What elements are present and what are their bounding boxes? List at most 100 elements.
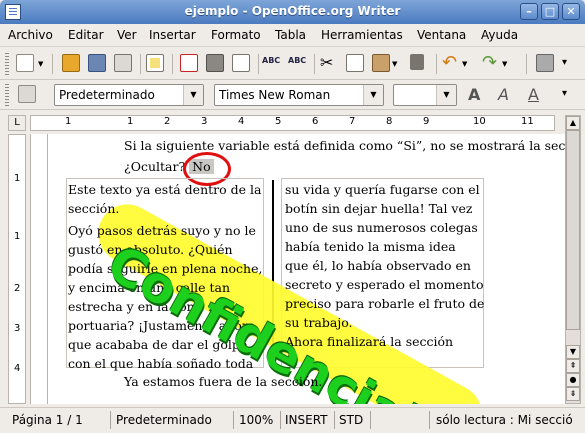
ruler-label: 3 bbox=[201, 116, 208, 127]
page-preview-icon[interactable] bbox=[232, 54, 250, 72]
document-canvas[interactable]: Si la siguiente variable está definida c… bbox=[30, 134, 565, 404]
status-bar: Página 1 / 1 Predeterminado 100% INSERT … bbox=[0, 407, 585, 433]
status-divider bbox=[429, 411, 430, 429]
zoom-level[interactable]: 100% bbox=[239, 413, 273, 427]
undo-dropdown-icon[interactable]: ▼ bbox=[462, 60, 470, 78]
edit-file-icon[interactable] bbox=[146, 54, 164, 72]
menu-editar[interactable]: Editar bbox=[68, 28, 104, 42]
menu-bar: Archivo Editar Ver Insertar Formato Tabl… bbox=[0, 24, 585, 46]
section-line[interactable]: con el que había soñado toda bbox=[68, 356, 253, 371]
new-dropdown-icon[interactable]: ▼ bbox=[38, 60, 46, 78]
section-line[interactable]: Oyó pasos detrás suyo y no le bbox=[68, 223, 256, 238]
italic-icon[interactable]: A bbox=[498, 85, 516, 104]
intro-paragraph[interactable]: Si la siguiente variable está definida c… bbox=[124, 138, 565, 153]
vertical-scrollbar[interactable]: ▲ ▼ ⇞ ● ⇟ bbox=[565, 115, 581, 404]
ruler-label: 1 bbox=[127, 116, 134, 127]
copy-icon[interactable] bbox=[346, 54, 364, 72]
section-line[interactable]: había tenido la misma idea bbox=[285, 239, 456, 254]
paragraph-style-value: Predeterminado bbox=[59, 88, 155, 102]
section-line[interactable]: sección. bbox=[68, 201, 119, 216]
bold-icon[interactable]: A bbox=[468, 85, 486, 104]
redo-dropdown-icon[interactable]: ▼ bbox=[502, 60, 510, 78]
section-line[interactable]: uno de sus numerosos colegas bbox=[285, 220, 478, 235]
minimize-button[interactable]: – bbox=[520, 3, 538, 20]
insert-mode[interactable]: INSERT bbox=[285, 413, 328, 427]
toolbar-grip[interactable] bbox=[5, 53, 9, 75]
section-line[interactable]: botín sin dejar huella! Tal vez bbox=[285, 201, 472, 216]
selection-mode[interactable]: STD bbox=[339, 413, 363, 427]
section-line[interactable]: secreto y esperado el momento bbox=[285, 277, 483, 292]
next-page-button[interactable]: ⇟ bbox=[566, 387, 580, 401]
window-title: ejemplo - OpenOffice.org Writer bbox=[184, 4, 401, 18]
menu-herramientas[interactable]: Herramientas bbox=[321, 28, 403, 42]
ruler-label: 3 bbox=[14, 323, 21, 334]
menu-archivo[interactable]: Archivo bbox=[8, 28, 53, 42]
page-style-indicator[interactable]: Predeterminado bbox=[116, 413, 212, 427]
underline-icon[interactable]: A bbox=[528, 85, 546, 104]
page-margin-line bbox=[47, 134, 48, 404]
section-status: sólo lectura : Mi secció bbox=[436, 413, 573, 427]
clone-formatting-icon[interactable] bbox=[410, 54, 424, 70]
vertical-ruler[interactable]: 1 1 2 3 4 bbox=[8, 134, 26, 404]
menu-formato[interactable]: Formato bbox=[211, 28, 261, 42]
toolbar-grip[interactable] bbox=[5, 84, 9, 106]
status-divider bbox=[110, 411, 111, 429]
font-name-select[interactable]: Times New Roman ▼ bbox=[214, 84, 384, 106]
ruler-label: 11 bbox=[521, 116, 534, 127]
new-document-icon[interactable] bbox=[16, 54, 34, 72]
undo-icon[interactable]: ↶ bbox=[442, 54, 460, 72]
menu-ayuda[interactable]: Ayuda bbox=[481, 28, 518, 42]
section-line[interactable]: preciso para robarle el fruto de bbox=[285, 296, 484, 311]
print-icon[interactable] bbox=[206, 54, 224, 72]
chevron-down-icon[interactable]: ▼ bbox=[436, 85, 456, 105]
cut-icon[interactable]: ✂ bbox=[320, 54, 338, 72]
toolbar-overflow-icon[interactable]: ▾ bbox=[562, 85, 580, 103]
paste-dropdown-icon[interactable]: ▼ bbox=[392, 60, 400, 78]
spellcheck-icon[interactable]: ABC bbox=[262, 56, 280, 74]
paragraph-style-select[interactable]: Predeterminado ▼ bbox=[54, 84, 204, 106]
after-section-paragraph[interactable]: Ya estamos fuera de la sección. bbox=[124, 374, 322, 389]
chevron-down-icon[interactable]: ▼ bbox=[363, 85, 383, 105]
toolbar-separator bbox=[172, 54, 173, 74]
open-folder-icon[interactable] bbox=[62, 54, 80, 72]
toolbar-separator bbox=[258, 54, 259, 74]
chevron-down-icon[interactable]: ▼ bbox=[183, 85, 203, 105]
menu-insertar[interactable]: Insertar bbox=[149, 28, 196, 42]
scroll-down-button[interactable]: ▼ bbox=[566, 345, 580, 359]
section-line[interactable]: su vida y quería fugarse con el bbox=[285, 182, 480, 197]
tab-stop-selector[interactable]: L bbox=[8, 115, 26, 131]
ruler-label: 1 bbox=[65, 116, 72, 127]
toolbar-separator bbox=[52, 54, 53, 74]
styles-formatting-icon[interactable] bbox=[18, 85, 36, 103]
navigation-button[interactable]: ● bbox=[566, 373, 580, 387]
ruler-label: 5 bbox=[275, 116, 282, 127]
ruler-label: 4 bbox=[238, 116, 245, 127]
autospellcheck-icon[interactable]: ABC bbox=[288, 56, 306, 74]
menu-ventana[interactable]: Ventana bbox=[417, 28, 466, 42]
redo-icon[interactable]: ↷ bbox=[482, 54, 500, 72]
ruler-label: 7 bbox=[349, 116, 356, 127]
export-pdf-icon[interactable] bbox=[180, 54, 198, 72]
title-bar: ejemplo - OpenOffice.org Writer – □ ✕ bbox=[0, 0, 585, 24]
previous-page-button[interactable]: ⇞ bbox=[566, 359, 580, 373]
email-icon[interactable] bbox=[114, 54, 132, 72]
section-line[interactable]: Este texto ya está dentro de la bbox=[68, 182, 261, 197]
font-size-select[interactable]: ▼ bbox=[393, 84, 457, 106]
status-divider bbox=[280, 411, 281, 429]
horizontal-ruler[interactable]: 1 1 2 3 4 5 6 7 8 9 10 11 bbox=[30, 115, 555, 131]
page-indicator[interactable]: Página 1 / 1 bbox=[12, 413, 83, 427]
status-divider bbox=[334, 411, 335, 429]
scroll-up-button[interactable]: ▲ bbox=[566, 116, 580, 130]
menu-tabla[interactable]: Tabla bbox=[275, 28, 306, 42]
standard-toolbar: ▼ ABC ABC ✂ ▼ ↶ ▼ ↷ ▼ ▾ bbox=[0, 46, 585, 80]
maximize-button[interactable]: □ bbox=[541, 3, 559, 20]
toolbar-overflow-icon[interactable]: ▾ bbox=[562, 54, 580, 72]
menu-ver[interactable]: Ver bbox=[117, 28, 137, 42]
close-button[interactable]: ✕ bbox=[562, 3, 580, 20]
scroll-thumb[interactable] bbox=[566, 130, 580, 330]
navigator-icon[interactable] bbox=[536, 54, 554, 72]
save-icon[interactable] bbox=[88, 54, 106, 72]
section-line[interactable]: que él, lo había observado en bbox=[285, 258, 471, 273]
paste-icon[interactable] bbox=[372, 54, 390, 72]
ruler-label: 2 bbox=[164, 116, 171, 127]
